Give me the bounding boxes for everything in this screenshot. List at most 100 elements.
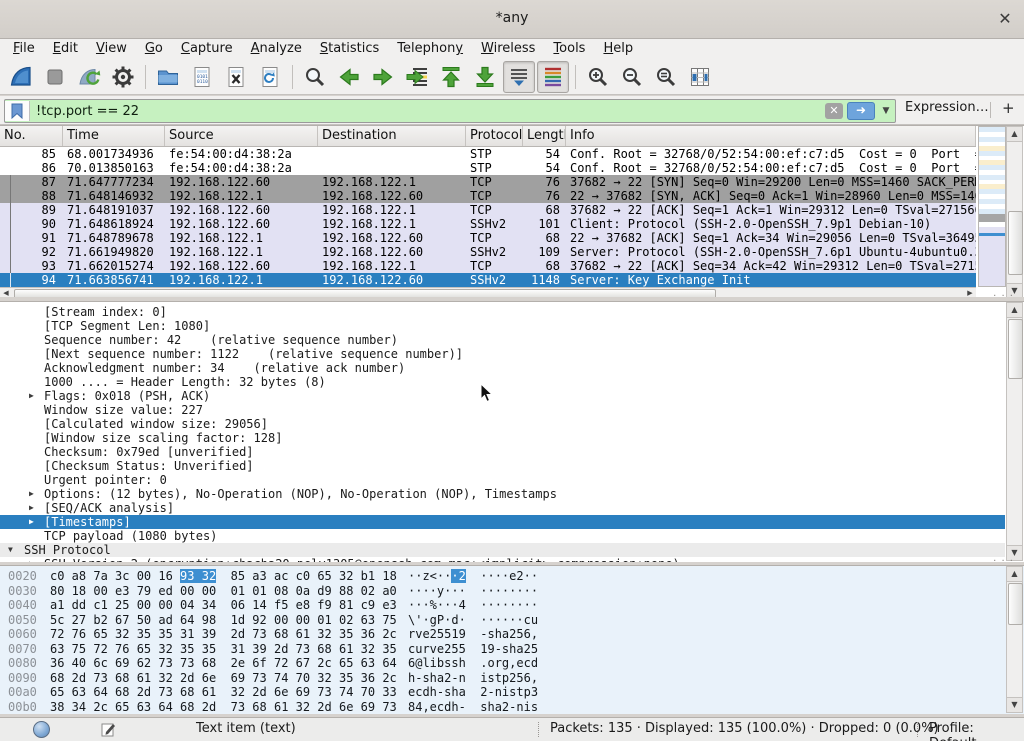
reload-file-icon[interactable] xyxy=(254,61,286,93)
scroll-down-icon[interactable] xyxy=(1007,697,1022,712)
menu-analyze[interactable]: Analyze xyxy=(242,39,311,59)
filter-dropdown-icon[interactable] xyxy=(879,103,893,119)
capture-comment-icon[interactable] xyxy=(101,722,116,737)
ascii-bytes[interactable]: curve255 19-sha25 xyxy=(408,642,538,657)
add-filter-button[interactable]: + xyxy=(1002,99,1015,117)
hex-bytes[interactable]: 68 2d 73 68 61 32 2d 6e 69 73 74 70 32 3… xyxy=(50,671,397,686)
packet-row-86[interactable]: 8670.013850163fe:54:00:d4:38:2aSTP54Conf… xyxy=(0,161,976,175)
zoom-out-icon[interactable] xyxy=(616,61,648,93)
menu-go[interactable]: Go xyxy=(136,39,172,59)
auto-scroll-icon[interactable] xyxy=(503,61,535,93)
detail-line-17[interactable]: ▼SSH Protocol xyxy=(0,543,1005,557)
ascii-bytes[interactable]: ecdh-sha 2-nistp3 xyxy=(408,685,538,700)
bytes-vscrollbar[interactable] xyxy=(1006,566,1023,713)
stop-capture-icon[interactable] xyxy=(39,61,71,93)
profile-text[interactable]: Profile: Default xyxy=(929,721,1024,741)
packet-list-header[interactable]: No.TimeSourceDestinationProtocolLengthIn… xyxy=(0,126,976,147)
expression-button[interactable]: Expression… xyxy=(905,100,989,115)
packet-row-92[interactable]: 9271.661949820192.168.122.1192.168.122.6… xyxy=(0,245,976,259)
detail-line-1[interactable]: [TCP Segment Len: 1080] xyxy=(0,319,1005,333)
restart-capture-icon[interactable] xyxy=(73,61,105,93)
detail-line-14[interactable]: ▶[SEQ/ACK analysis] xyxy=(0,501,1005,515)
expand-icon[interactable]: ▶ xyxy=(29,501,34,515)
detail-line-2[interactable]: Sequence number: 42 (relative sequence n… xyxy=(0,333,1005,347)
ascii-bytes[interactable]: rve25519 -sha256, xyxy=(408,627,538,642)
hex-row-0040[interactable]: 0040a1 dd c1 25 00 00 04 34 06 14 f5 e8 … xyxy=(0,598,1024,613)
apply-filter-icon[interactable] xyxy=(847,102,875,120)
go-back-icon[interactable] xyxy=(333,61,365,93)
expand-icon[interactable]: ▶ xyxy=(29,389,34,403)
filter-value[interactable]: !tcp.port == 22 xyxy=(30,104,825,119)
scrollbar-thumb[interactable] xyxy=(1008,583,1023,625)
column-header-info[interactable]: Info xyxy=(566,126,976,146)
menu-tools[interactable]: Tools xyxy=(544,39,594,59)
detail-line-12[interactable]: Urgent pointer: 0 xyxy=(0,473,1005,487)
expand-icon[interactable]: ▶ xyxy=(29,515,34,529)
packet-row-90[interactable]: 9071.648618924192.168.122.60192.168.122.… xyxy=(0,217,976,231)
menu-capture[interactable]: Capture xyxy=(172,39,242,59)
hex-bytes[interactable]: 63 75 72 76 65 32 35 35 31 39 2d 73 68 6… xyxy=(50,642,397,657)
detail-line-8[interactable]: [Calculated window size: 29056] xyxy=(0,417,1005,431)
detail-line-13[interactable]: ▶Options: (12 bytes), No-Operation (NOP)… xyxy=(0,487,1005,501)
hex-row-0030[interactable]: 003080 18 00 e3 79 ed 00 00 01 01 08 0a … xyxy=(0,584,1024,599)
scroll-up-icon[interactable] xyxy=(1007,567,1022,582)
hex-row-0090[interactable]: 009068 2d 73 68 61 32 2d 6e 69 73 74 70 … xyxy=(0,671,1024,686)
detail-line-16[interactable]: TCP payload (1080 bytes) xyxy=(0,529,1005,543)
hex-row-0020[interactable]: 0020c0 a8 7a 3c 00 16 93 32 85 a3 ac c0 … xyxy=(0,569,1024,584)
resize-columns-icon[interactable] xyxy=(684,61,716,93)
close-icon[interactable] xyxy=(994,8,1016,30)
zoom-reset-icon[interactable] xyxy=(650,61,682,93)
filter-bookmark-button[interactable] xyxy=(5,101,30,121)
detail-line-7[interactable]: Window size value: 227 xyxy=(0,403,1005,417)
hex-bytes[interactable]: 72 76 65 32 35 35 31 39 2d 73 68 61 32 3… xyxy=(50,627,397,642)
hex-bytes[interactable]: 5c 27 b2 67 50 ad 64 98 1d 92 00 00 01 0… xyxy=(50,613,397,628)
detail-line-9[interactable]: [Window size scaling factor: 128] xyxy=(0,431,1005,445)
column-header-destination[interactable]: Destination xyxy=(318,126,466,146)
scroll-up-icon[interactable] xyxy=(1007,127,1022,142)
column-header-protocol[interactable]: Protocol xyxy=(466,126,523,146)
column-header-length[interactable]: Length xyxy=(523,126,566,146)
close-file-icon[interactable] xyxy=(220,61,252,93)
expert-info-icon[interactable] xyxy=(33,721,50,738)
menu-telephony[interactable]: Telephony xyxy=(388,39,472,59)
menu-wireless[interactable]: Wireless xyxy=(472,39,544,59)
detail-line-4[interactable]: Acknowledgment number: 34 (relative ack … xyxy=(0,361,1005,375)
capture-options-icon[interactable] xyxy=(107,61,139,93)
hex-row-0070[interactable]: 007063 75 72 76 65 32 35 35 31 39 2d 73 … xyxy=(0,642,1024,657)
menu-file[interactable]: File xyxy=(4,39,44,59)
go-to-packet-icon[interactable] xyxy=(401,61,433,93)
column-header-time[interactable]: Time xyxy=(63,126,165,146)
hex-bytes[interactable]: 80 18 00 e3 79 ed 00 00 01 01 08 0a d9 8… xyxy=(50,584,397,599)
menu-edit[interactable]: Edit xyxy=(44,39,87,59)
find-packet-icon[interactable] xyxy=(299,61,331,93)
scroll-up-icon[interactable] xyxy=(1007,303,1022,318)
go-last-icon[interactable] xyxy=(469,61,501,93)
menu-view[interactable]: View xyxy=(87,39,136,59)
packet-row-91[interactable]: 9171.648789678192.168.122.1192.168.122.6… xyxy=(0,231,976,245)
hex-bytes[interactable]: a1 dd c1 25 00 00 04 34 06 14 f5 e8 f9 8… xyxy=(50,598,397,613)
collapse-icon[interactable]: ▼ xyxy=(8,543,13,557)
packet-row-88[interactable]: 8871.648146932192.168.122.1192.168.122.6… xyxy=(0,189,976,203)
packet-row-89[interactable]: 8971.648191037192.168.122.60192.168.122.… xyxy=(0,203,976,217)
hex-row-0080[interactable]: 008036 40 6c 69 62 73 73 68 2e 6f 72 67 … xyxy=(0,656,1024,671)
column-header-no[interactable]: No. xyxy=(0,126,63,146)
expand-icon[interactable]: ▶ xyxy=(29,487,34,501)
go-first-icon[interactable] xyxy=(435,61,467,93)
ascii-bytes[interactable]: ····y··· ········ xyxy=(408,584,538,599)
start-capture-icon[interactable] xyxy=(5,61,37,93)
open-file-icon[interactable] xyxy=(152,61,184,93)
clear-filter-icon[interactable] xyxy=(825,103,843,119)
hex-row-00a0[interactable]: 00a065 63 64 68 2d 73 68 61 32 2d 6e 69 … xyxy=(0,685,1024,700)
packet-list-vscrollbar[interactable] xyxy=(1006,126,1023,299)
menu-statistics[interactable]: Statistics xyxy=(311,39,388,59)
hex-bytes[interactable]: 38 34 2c 65 63 64 68 2d 73 68 61 32 2d 6… xyxy=(50,700,397,715)
ascii-bytes[interactable]: h-sha2-n istp256, xyxy=(408,671,538,686)
ascii-bytes[interactable]: ···%···4 ········ xyxy=(408,598,538,613)
packet-row-87[interactable]: 8771.647777234192.168.122.60192.168.122.… xyxy=(0,175,976,189)
colorize-icon[interactable] xyxy=(537,61,569,93)
ascii-bytes[interactable]: 6@libssh .org,ecd xyxy=(408,656,538,671)
display-filter-input[interactable]: !tcp.port == 22 xyxy=(4,99,896,123)
detail-line-0[interactable]: [Stream index: 0] xyxy=(0,305,1005,319)
detail-line-15[interactable]: ▶[Timestamps] xyxy=(0,515,1005,529)
go-forward-icon[interactable] xyxy=(367,61,399,93)
